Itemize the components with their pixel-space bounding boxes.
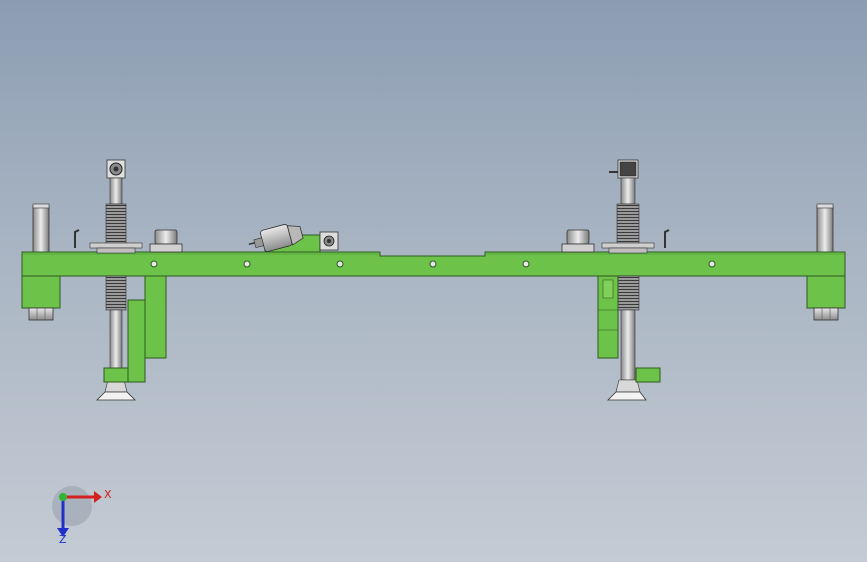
x-axis-label: X: [104, 488, 112, 501]
assembly-drawing: X Z: [21, 159, 846, 546]
z-axis-label: Z: [59, 533, 67, 546]
angled-clamp-assembly[interactable]: [246, 221, 339, 256]
triad-shadow: [52, 486, 92, 526]
right-bushing[interactable]: [561, 229, 595, 253]
left-bushing[interactable]: [149, 229, 183, 253]
cad-viewport[interactable]: X Z: [0, 0, 867, 562]
x-axis-arrowhead: [94, 491, 102, 503]
beam-hole: [708, 260, 716, 268]
beam-hole: [429, 260, 437, 268]
y-axis-dot: [59, 493, 67, 501]
right-hook-bracket[interactable]: [664, 229, 670, 248]
right-end-block[interactable]: [806, 275, 846, 321]
beam-hole: [150, 260, 158, 268]
beam-hole: [336, 260, 344, 268]
beam-hole: [522, 260, 530, 268]
left-end-block[interactable]: [21, 275, 61, 321]
left-end-pin[interactable]: [32, 203, 50, 253]
coordinate-triad: X Z: [52, 486, 112, 546]
beam-hole: [243, 260, 251, 268]
right-end-pin[interactable]: [816, 203, 834, 253]
left-hook-bracket[interactable]: [74, 229, 80, 248]
